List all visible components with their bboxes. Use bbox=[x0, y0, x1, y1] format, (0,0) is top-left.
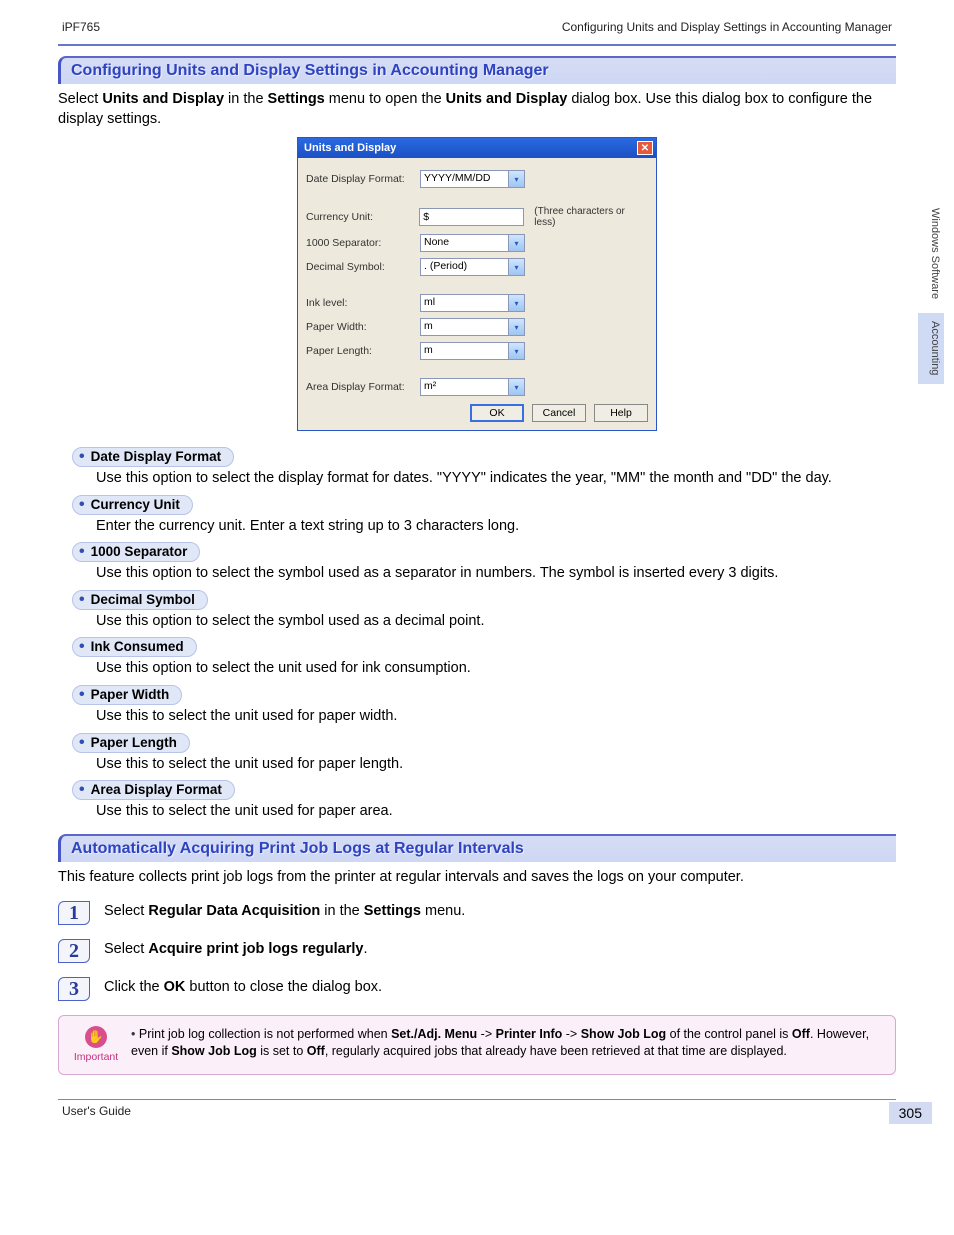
chevron-down-icon: ▾ bbox=[508, 319, 524, 335]
ink-label: Ink level: bbox=[306, 297, 414, 309]
note-text: • Print job log collection is not perfor… bbox=[131, 1026, 883, 1064]
currency-input[interactable] bbox=[419, 208, 524, 226]
close-button[interactable]: ✕ bbox=[637, 141, 653, 155]
page-header: iPF765 Configuring Units and Display Set… bbox=[58, 20, 896, 38]
decimal-label: Decimal Symbol: bbox=[306, 261, 414, 273]
date-format-label: Date Display Format: bbox=[306, 173, 414, 185]
date-format-select[interactable]: YYYY/MM/DD ▾ bbox=[420, 170, 525, 188]
top-rule bbox=[58, 44, 896, 46]
section-heading-auto-acquire: Automatically Acquiring Print Job Logs a… bbox=[58, 834, 896, 862]
bullet-ink: •Ink Consumed bbox=[72, 637, 197, 657]
separator-select[interactable]: None ▾ bbox=[420, 234, 525, 252]
important-note: ✋ Important • Print job log collection i… bbox=[58, 1015, 896, 1075]
separator-label: 1000 Separator: bbox=[306, 237, 414, 249]
note-label: Important bbox=[74, 1050, 118, 1064]
steps-list: 1 Select Regular Data Acquisition in the… bbox=[58, 901, 896, 1001]
area-label: Area Display Format: bbox=[306, 381, 414, 393]
bullet-area: •Area Display Format bbox=[72, 780, 235, 800]
dialog-title: Units and Display bbox=[304, 142, 396, 154]
header-left: iPF765 bbox=[62, 20, 100, 34]
ok-button[interactable]: OK bbox=[470, 404, 524, 422]
chevron-down-icon: ▾ bbox=[508, 295, 524, 311]
footer-text: User's Guide bbox=[58, 1100, 896, 1118]
page-number: 305 bbox=[889, 1102, 932, 1124]
plength-select[interactable]: m ▾ bbox=[420, 342, 525, 360]
chevron-down-icon: ▾ bbox=[508, 379, 524, 395]
currency-hint: (Three characters or less) bbox=[534, 206, 648, 228]
bullet-separator: •1000 Separator bbox=[72, 542, 200, 562]
ink-select[interactable]: ml ▾ bbox=[420, 294, 525, 312]
bullet-paper-length: •Paper Length bbox=[72, 733, 190, 753]
side-tabs: Windows Software Accounting bbox=[918, 200, 944, 384]
section2-intro: This feature collects print job logs fro… bbox=[58, 868, 896, 888]
area-select[interactable]: m² ▾ bbox=[420, 378, 525, 396]
pwidth-select[interactable]: m ▾ bbox=[420, 318, 525, 336]
step-1-text: Select Regular Data Acquisition in the S… bbox=[104, 901, 465, 919]
units-display-dialog: Units and Display ✕ Date Display Format:… bbox=[297, 137, 657, 431]
section-heading-units: Configuring Units and Display Settings i… bbox=[58, 56, 896, 84]
chevron-down-icon: ▾ bbox=[508, 235, 524, 251]
plength-label: Paper Length: bbox=[306, 345, 414, 357]
chevron-down-icon: ▾ bbox=[508, 343, 524, 359]
step-3-text: Click the OK button to close the dialog … bbox=[104, 977, 382, 995]
chevron-down-icon: ▾ bbox=[508, 259, 524, 275]
tab-accounting[interactable]: Accounting bbox=[918, 313, 944, 383]
bullet-currency: •Currency Unit bbox=[72, 495, 193, 515]
cancel-button[interactable]: Cancel bbox=[532, 404, 586, 422]
header-right: Configuring Units and Display Settings i… bbox=[562, 20, 892, 34]
bullet-date-format: •Date Display Format bbox=[72, 447, 234, 467]
help-button[interactable]: Help bbox=[594, 404, 648, 422]
options-list: •Date Display FormatUse this option to s… bbox=[72, 447, 896, 822]
section1-intro: Select Units and Display in the Settings… bbox=[58, 90, 896, 129]
pwidth-label: Paper Width: bbox=[306, 321, 414, 333]
currency-label: Currency Unit: bbox=[306, 211, 413, 223]
chevron-down-icon: ▾ bbox=[508, 171, 524, 187]
decimal-select[interactable]: . (Period) ▾ bbox=[420, 258, 525, 276]
step-number-3: 3 bbox=[58, 977, 90, 1001]
bullet-paper-width: •Paper Width bbox=[72, 685, 182, 705]
bullet-decimal: •Decimal Symbol bbox=[72, 590, 208, 610]
step-2-text: Select Acquire print job logs regularly. bbox=[104, 939, 368, 957]
step-number-1: 1 bbox=[58, 901, 90, 925]
tab-windows-software[interactable]: Windows Software bbox=[918, 200, 944, 307]
hand-icon: ✋ bbox=[85, 1026, 107, 1048]
step-number-2: 2 bbox=[58, 939, 90, 963]
close-icon: ✕ bbox=[641, 143, 649, 154]
